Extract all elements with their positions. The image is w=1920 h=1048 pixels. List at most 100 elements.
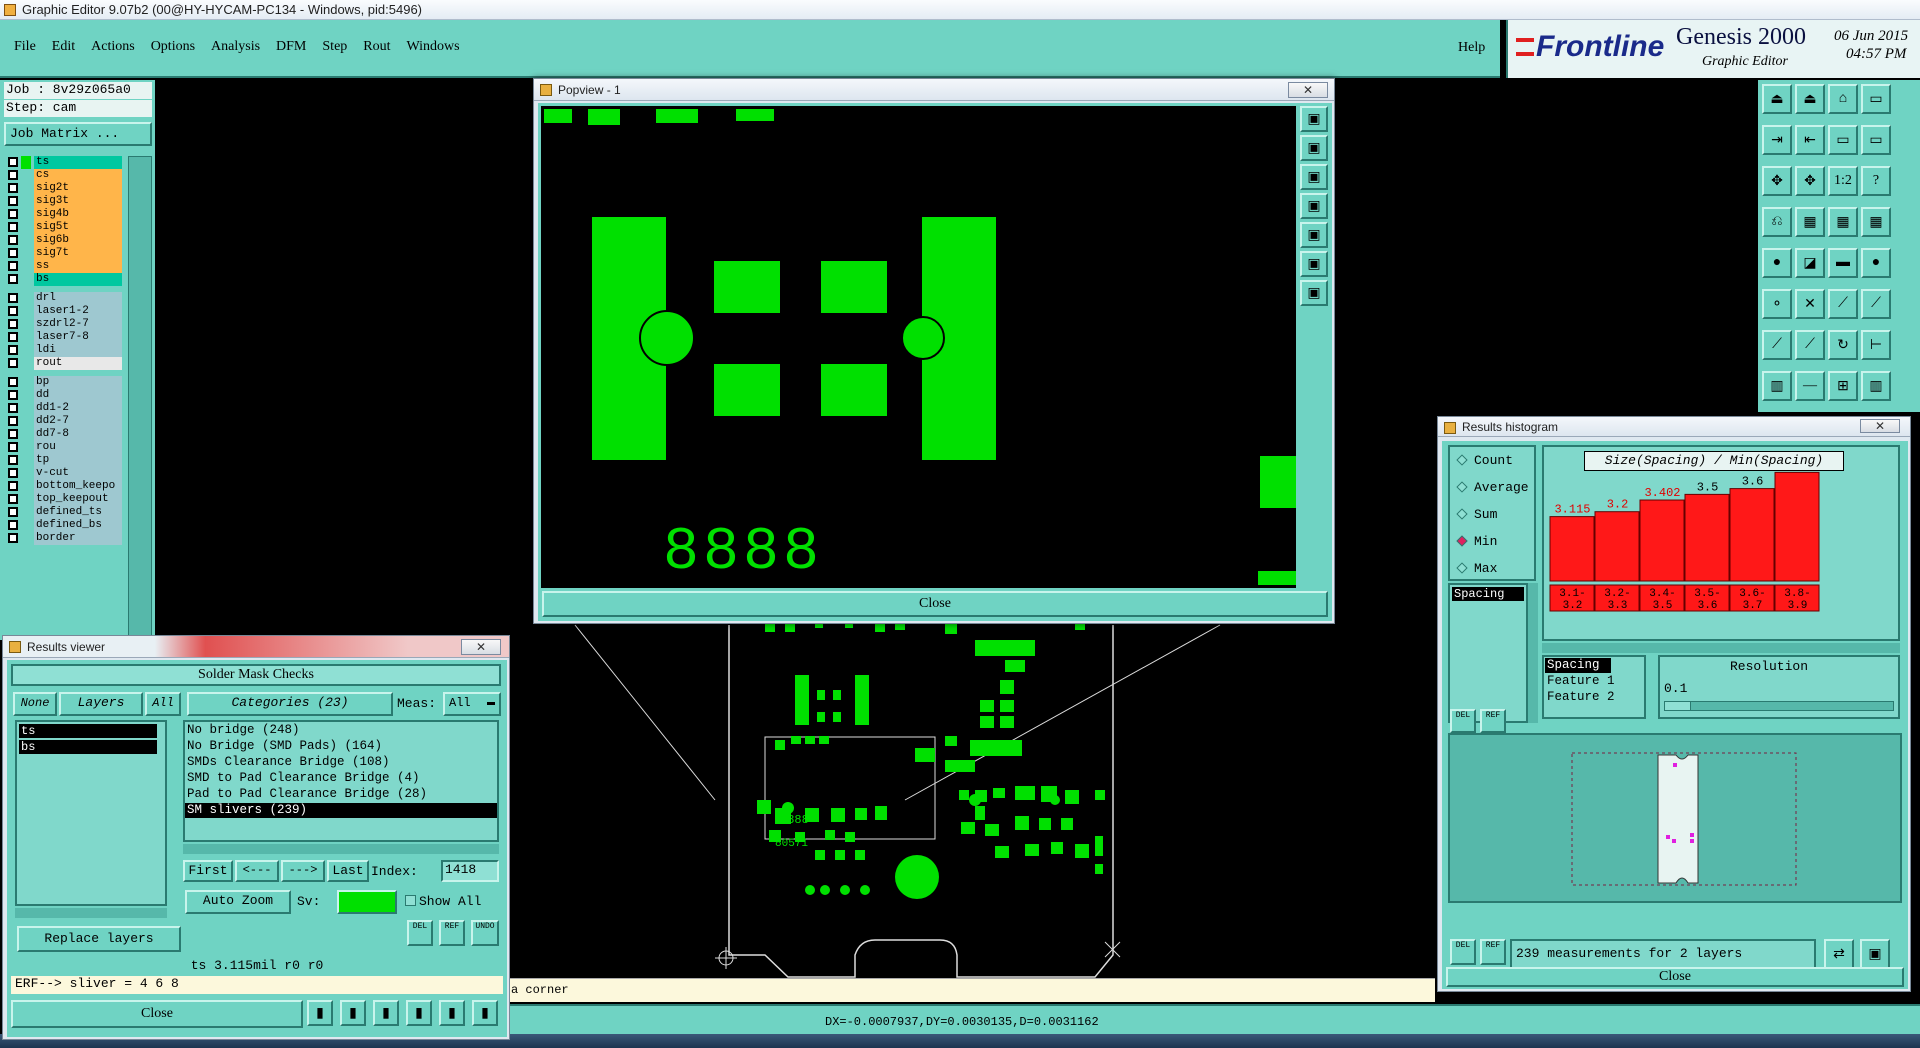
layer-checkbox[interactable] xyxy=(8,442,18,452)
layer-checkbox[interactable] xyxy=(8,429,18,439)
menu-options[interactable]: Options xyxy=(151,39,195,55)
popview-close-x[interactable]: ✕ xyxy=(1288,82,1328,98)
histogram-bar[interactable] xyxy=(1639,499,1685,582)
menu-dfm[interactable]: DFM xyxy=(276,39,306,55)
none-button[interactable]: None xyxy=(13,692,57,716)
option-sum[interactable]: Sum xyxy=(1456,507,1497,522)
layer-row-top_keepout[interactable]: top_keepout xyxy=(8,493,124,506)
histogram-list-spacing[interactable]: Spacing xyxy=(1452,587,1524,601)
menu-actions[interactable]: Actions xyxy=(91,39,135,55)
category-item[interactable]: No Bridge (SMD Pads) (164) xyxy=(185,739,497,754)
layer-row-tp[interactable]: tp xyxy=(8,454,124,467)
layer-row-dd1-2[interactable]: dd1-2 xyxy=(8,402,124,415)
record-icon[interactable]: ● xyxy=(1762,248,1792,278)
help-icon[interactable]: ? xyxy=(1861,166,1891,196)
axis-item[interactable]: Feature 2 xyxy=(1545,690,1643,705)
layer-checkbox[interactable] xyxy=(8,507,18,517)
hist-del-button[interactable]: DEL xyxy=(1450,709,1476,733)
layer-checkbox[interactable] xyxy=(8,455,18,465)
axis-item[interactable]: Spacing xyxy=(1545,658,1611,673)
layer-checkbox[interactable] xyxy=(8,274,18,284)
result-layer-bs[interactable]: bs xyxy=(19,740,157,754)
layer-checkbox[interactable] xyxy=(8,319,18,329)
window-icon[interactable]: ▭ xyxy=(1861,84,1891,114)
marker-icon[interactable]: ▮ xyxy=(340,1000,366,1026)
clear-icon[interactable]: ▮ xyxy=(373,1000,399,1026)
layer-checkbox[interactable] xyxy=(8,222,18,232)
menu-rout[interactable]: Rout xyxy=(363,39,390,55)
layer-scrollbar[interactable] xyxy=(128,156,152,640)
option-min[interactable]: Min xyxy=(1456,534,1497,549)
option-count[interactable]: Count xyxy=(1456,453,1513,468)
category-item[interactable]: Pad to Pad Clearance Bridge (28) xyxy=(185,787,497,802)
layer-row-bp[interactable]: bp xyxy=(8,376,124,389)
export-icon[interactable]: ⇄ xyxy=(1824,939,1854,969)
category-hscroll[interactable] xyxy=(183,844,499,854)
histogram-bar[interactable] xyxy=(1684,493,1730,582)
layer-row-cs[interactable]: cs xyxy=(8,169,124,182)
hist-del-button-2[interactable]: DEL xyxy=(1450,939,1476,965)
delete-icon[interactable]: ✕ xyxy=(1795,289,1825,319)
layer-checkbox[interactable] xyxy=(8,332,18,342)
menu-analysis[interactable]: Analysis xyxy=(211,39,260,55)
connect-icon[interactable]: ⚬ xyxy=(1762,289,1792,319)
layer-hscroll[interactable] xyxy=(15,908,167,918)
layer-row-ts[interactable]: ts xyxy=(8,156,124,169)
layer-row-v-cut[interactable]: v-cut xyxy=(8,467,124,480)
del-button[interactable]: DEL xyxy=(407,920,433,946)
category-item[interactable]: SMDs Clearance Bridge (108) xyxy=(185,755,497,770)
first-button[interactable]: First xyxy=(183,860,233,882)
layer-checkbox[interactable] xyxy=(8,345,18,355)
results-viewer-close-x[interactable]: ✕ xyxy=(461,639,501,655)
arc-icon[interactable]: ⟋ xyxy=(1861,289,1891,319)
results-viewer-close-button[interactable]: Close xyxy=(11,1000,303,1028)
list-icon[interactable]: ▮ xyxy=(439,1000,465,1026)
job-matrix-button[interactable]: Job Matrix ... xyxy=(4,122,152,146)
layer-checkbox[interactable] xyxy=(8,196,18,206)
check-icon[interactable]: ▮ xyxy=(406,1000,432,1026)
layer-checkbox[interactable] xyxy=(8,209,18,219)
layer-row-border[interactable]: border xyxy=(8,532,124,545)
fill-icon[interactable]: ● xyxy=(1861,248,1891,278)
undo-icon[interactable]: ⎌ xyxy=(1762,207,1792,237)
layer-row-sig3t[interactable]: sig3t xyxy=(8,195,124,208)
layer-row-rout[interactable]: rout xyxy=(8,357,124,370)
histogram-bar[interactable] xyxy=(1549,516,1595,582)
layer-row-dd[interactable]: dd xyxy=(8,389,124,402)
hist-ref-button-2[interactable]: REF xyxy=(1480,939,1506,965)
auto-zoom-select[interactable]: Auto Zoom xyxy=(185,890,291,914)
layer-row-sig6b[interactable]: sig6b xyxy=(8,234,124,247)
expand-icon[interactable]: ▣ xyxy=(1300,251,1328,277)
zoom-in-icon[interactable]: ▣ xyxy=(1300,135,1328,161)
layer-checkbox[interactable] xyxy=(8,157,18,167)
center-icon[interactable]: ▣ xyxy=(1300,280,1328,306)
layer-row-rou[interactable]: rou xyxy=(8,441,124,454)
histogram-close-x[interactable]: ✕ xyxy=(1860,419,1900,433)
frame-icon[interactable]: ▭ xyxy=(1828,125,1858,155)
layer-row-sig7t[interactable]: sig7t xyxy=(8,247,124,260)
menu-edit[interactable]: Edit xyxy=(52,39,75,55)
scale-icon[interactable]: 1:2 xyxy=(1828,166,1858,196)
layer-checkbox[interactable] xyxy=(8,170,18,180)
layer-checkbox[interactable] xyxy=(8,468,18,478)
rotate-icon[interactable]: ↻ xyxy=(1828,330,1858,360)
layer-row-ss[interactable]: ss xyxy=(8,260,124,273)
layer-row-bs[interactable]: bs xyxy=(8,273,124,286)
result-layer-ts[interactable]: ts xyxy=(19,724,157,738)
line-icon[interactable]: ⟋ xyxy=(1828,289,1858,319)
option-average[interactable]: Average xyxy=(1456,480,1529,495)
layer-checkbox[interactable] xyxy=(8,481,18,491)
group-icon[interactable]: ⊞ xyxy=(1828,371,1858,401)
chart-icon[interactable]: ▮ xyxy=(472,1000,498,1026)
import-icon[interactable]: ⇥ xyxy=(1762,125,1792,155)
menu-windows[interactable]: Windows xyxy=(407,39,460,55)
export-icon[interactable]: ⇤ xyxy=(1795,125,1825,155)
last-button[interactable]: Last xyxy=(327,860,369,882)
axis-item[interactable]: Feature 1 xyxy=(1545,674,1643,689)
zoom-fit-icon[interactable]: ▣ xyxy=(1300,106,1328,132)
menu-file[interactable]: File xyxy=(14,39,36,55)
layer-checkbox[interactable] xyxy=(8,533,18,543)
layer-row-sig2t[interactable]: sig2t xyxy=(8,182,124,195)
layer-results-list[interactable]: ts bs xyxy=(15,720,167,906)
layer-checkbox[interactable] xyxy=(8,261,18,271)
